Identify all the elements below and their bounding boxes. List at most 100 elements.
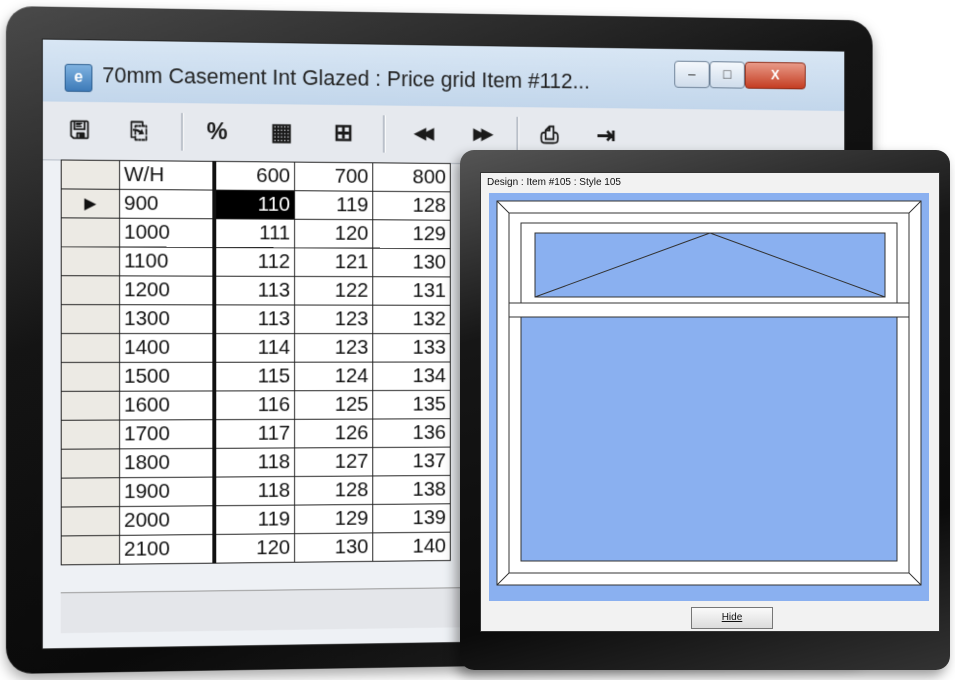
price-cell[interactable]: 123 [294,305,373,334]
row-height-label: 1300 [119,304,215,334]
design-canvas [489,193,929,601]
row-selector[interactable] [61,506,120,536]
row-selector[interactable] [61,246,120,276]
fast-forward-icon[interactable]: ▶▶ [465,118,497,152]
table-row: 1400 114 123 133 [61,333,451,363]
price-cell[interactable]: 113 [214,304,295,334]
price-cell[interactable]: 125 [294,390,373,420]
price-cell[interactable]: 120 [214,533,295,564]
app-icon: e [64,63,93,93]
row-height-label: 1600 [119,390,215,421]
price-cell[interactable]: 132 [372,305,451,334]
price-cell[interactable]: 129 [372,219,451,249]
hide-button[interactable]: Hide [691,607,773,629]
price-cell[interactable]: 119 [294,190,373,220]
price-cell[interactable]: 128 [294,475,373,506]
row-height-label: 900 [119,189,215,219]
row-selector[interactable] [61,420,120,450]
price-cell[interactable]: 127 [294,447,373,477]
window-drawing [496,200,922,586]
price-cell[interactable]: 123 [294,333,373,363]
row-height-label: 1500 [119,362,215,392]
rewind-icon[interactable]: ◀◀ [406,118,439,152]
price-cell[interactable]: 128 [372,191,451,221]
price-cell[interactable]: 130 [372,248,451,277]
grid-icon[interactable]: ▦ [265,116,298,150]
price-cell[interactable]: 130 [294,532,373,563]
price-cell[interactable]: 119 [214,505,295,535]
price-cell[interactable]: 133 [372,333,451,363]
price-cell[interactable]: 111 [214,218,295,248]
column-header: 800 [372,162,451,192]
top-glass-pane [534,232,886,298]
table-row: 1700 117 126 136 [61,418,451,450]
price-cell[interactable]: 114 [214,333,295,363]
percent-icon[interactable]: % [201,115,234,149]
front-monitor: Design : Item #105 : Style 105 Hide [460,150,950,670]
row-height-label: 2100 [119,534,215,565]
price-cell[interactable]: 129 [294,504,373,534]
row-selector[interactable] [61,391,120,421]
price-cell[interactable]: 124 [294,362,373,391]
price-cell[interactable]: 112 [214,247,295,277]
price-cell[interactable]: 118 [214,476,295,506]
table-row: 1200 113 122 131 [61,275,451,306]
row-height-label: 1100 [119,247,215,277]
transom-bar [508,302,910,318]
price-cell[interactable]: 117 [214,419,295,449]
table-row: 1300 113 123 132 [61,304,451,334]
close-button[interactable]: X [744,61,806,90]
current-row-indicator[interactable]: ▶ [61,188,120,219]
minimize-button[interactable]: – [674,60,710,89]
row-selector[interactable] [61,275,120,305]
table-row: 1800 118 127 137 [61,447,451,479]
row-height-label: 1900 [119,477,215,507]
toolbar-separator [382,115,386,153]
print-icon[interactable]: ⎙ [533,119,565,152]
price-cell[interactable]: 116 [214,390,295,420]
price-cell[interactable]: 137 [372,447,451,476]
price-cell[interactable]: 115 [214,362,295,391]
row-selector[interactable] [61,362,120,392]
row-height-label: 1200 [119,275,215,305]
price-cell[interactable]: 138 [372,475,451,505]
design-title: Design : Item #105 : Style 105 [487,177,621,188]
row-height-label: 2000 [119,505,215,536]
row-selector[interactable] [61,304,120,334]
table-row: 2100 120 130 140 [61,532,451,565]
column-header: 700 [294,162,373,192]
exit-icon[interactable]: ⇥ [590,120,622,153]
table-row: 1100 112 121 130 [61,246,451,277]
price-cell[interactable]: 126 [294,419,373,448]
row-height-label: 1700 [119,419,215,449]
row-height-label: 1400 [119,333,215,363]
copy-icon[interactable]: ⎘ [122,114,155,148]
row-selector[interactable] [61,448,120,479]
save-icon[interactable]: 🖫 [63,114,97,148]
row-selector[interactable] [61,535,120,565]
row-selector[interactable] [61,477,120,508]
maximize-button[interactable]: □ [709,61,745,89]
row-selector[interactable] [61,217,120,248]
price-grid: W/H 600 700 800 ▶ 900 110 119 128 1000 111 120 129 11… [60,159,451,566]
hide-button-label: Hide [721,612,743,623]
price-cell[interactable]: 121 [294,247,373,277]
row-indicator-header [61,159,120,190]
price-cell[interactable]: 140 [372,532,451,562]
table-row: 2000 119 129 139 [61,503,451,536]
price-cell[interactable]: 136 [372,418,451,448]
price-cell[interactable]: 139 [372,503,451,533]
title-bar: e 70mm Casement Int Glazed : Price grid … [42,39,845,112]
row-height-label: 1800 [119,448,215,478]
row-selector[interactable] [61,333,120,363]
price-cell[interactable]: 113 [214,276,295,306]
price-cell[interactable]: 134 [372,362,451,391]
price-cell[interactable]: 122 [294,276,373,306]
price-cell[interactable]: 135 [372,390,451,420]
window-title: 70mm Casement Int Glazed : Price grid It… [102,62,590,94]
price-cell[interactable]: 120 [294,219,373,249]
price-cell[interactable]: 131 [372,276,451,306]
price-cell[interactable]: 118 [214,447,295,478]
price-cell[interactable]: 110 [214,190,295,220]
layout-icon[interactable]: ⊞ [327,117,360,151]
